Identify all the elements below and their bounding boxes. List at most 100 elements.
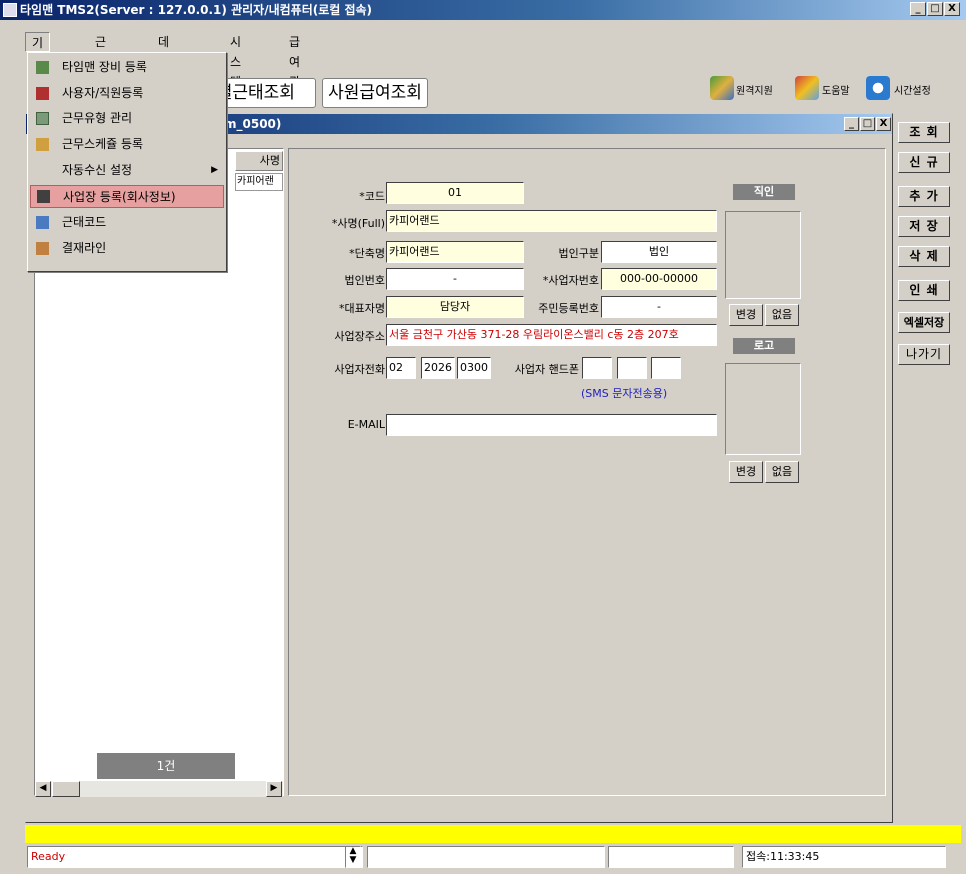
code-field[interactable]: 01 xyxy=(386,182,524,204)
mobile-field-1[interactable] xyxy=(582,357,612,379)
new-button[interactable]: 신 규 xyxy=(898,152,950,173)
message-bar xyxy=(25,825,961,843)
shortname-field[interactable]: 카피어랜드 xyxy=(386,241,524,263)
mobile-field-2[interactable] xyxy=(617,357,647,379)
logo-image xyxy=(725,363,801,455)
menu-item-label: 사업장 등록(회사정보) xyxy=(63,190,176,204)
menu-data[interactable]: 데이터관리 xyxy=(152,32,175,129)
delete-button[interactable]: 삭 제 xyxy=(898,246,950,267)
menu-item-approval-line[interactable]: 결재라인 xyxy=(30,237,224,260)
calendar-icon xyxy=(36,138,49,151)
corptype-label: 법인구분 xyxy=(558,247,599,260)
mobile-field-3[interactable] xyxy=(651,357,681,379)
ceo-field[interactable]: 담당자 xyxy=(386,296,524,318)
code-label: *코드 xyxy=(359,190,385,203)
logo-change-button[interactable]: 변경 xyxy=(729,461,763,483)
status-panel-3 xyxy=(608,846,734,868)
menu-item-label: 자동수신 설정 xyxy=(62,163,133,177)
menu-payroll[interactable]: 급여관리 xyxy=(283,32,306,109)
idno-field[interactable]: - xyxy=(601,296,717,318)
close-button[interactable]: X xyxy=(944,2,960,16)
seal-none-button[interactable]: 없음 xyxy=(765,304,799,326)
list-header-company[interactable]: 사명 xyxy=(235,151,283,171)
window-title-bar: 타임맨 TMS2(Server : 127.0.0.1) 관리자/내컴퓨터(로컬… xyxy=(0,0,966,20)
remote-support-label[interactable]: 원격지원 xyxy=(736,82,773,97)
window-title: 타임맨 TMS2(Server : 127.0.0.1) 관리자/내컴퓨터(로컬… xyxy=(20,3,373,17)
bizno-label: *사업자번호 xyxy=(542,274,599,287)
approval-icon xyxy=(36,242,49,255)
status-time: 접속:11:33:45 xyxy=(742,846,946,868)
add-button[interactable]: 추 가 xyxy=(898,186,950,207)
save-button[interactable]: 저 장 xyxy=(898,216,950,237)
company-form: *코드 01 *사명(Full) 카피어랜드 *단축명 카피어랜드 법인구분 법… xyxy=(288,148,886,796)
bizno-field[interactable]: 000-00-00000 xyxy=(601,268,717,290)
fullname-label: *사명(Full) xyxy=(331,217,385,230)
tree-icon xyxy=(36,216,49,229)
menu-basic-settings[interactable]: 기본설정 xyxy=(25,32,51,110)
menu-item-device-register[interactable]: 타임맨 장비 등록 xyxy=(30,56,224,79)
app-icon xyxy=(3,3,17,17)
print-button[interactable]: 인 쇄 xyxy=(898,280,950,301)
excel-save-button[interactable]: 엑셀저장 xyxy=(898,312,950,333)
menu-system[interactable]: 시스템 xyxy=(224,32,247,89)
menu-item-label: 근무스케쥴 등록 xyxy=(62,137,144,151)
list-item[interactable]: 카피어랜 xyxy=(235,173,283,191)
status-spin-icon[interactable]: ▲ ▼ xyxy=(345,846,361,868)
menu-item-attendance-code[interactable]: 근태코드 xyxy=(30,211,224,234)
grid-icon xyxy=(36,112,49,125)
remote-support-icon[interactable] xyxy=(710,76,734,100)
minimize-button[interactable]: _ xyxy=(910,2,926,16)
email-label: E-MAIL xyxy=(347,418,385,431)
scroll-right-icon[interactable]: ▶ xyxy=(266,781,282,797)
seal-title: 직인 xyxy=(733,184,795,200)
menu-item-work-schedule[interactable]: 근무스케쥴 등록 xyxy=(30,133,224,156)
seal-image xyxy=(725,211,801,299)
corpno-label: 법인번호 xyxy=(344,274,385,287)
help-label[interactable]: 도움말 xyxy=(822,82,850,97)
corptype-field[interactable]: 법인 xyxy=(601,241,717,263)
phone-field-2[interactable]: 2026 xyxy=(421,357,455,379)
menu-item-label: 결재라인 xyxy=(62,241,107,255)
time-setting-label[interactable]: 시간설정 xyxy=(894,82,931,97)
address-field[interactable]: 서울 금천구 가산동 371-28 우림라이온스밸리 c동 2층 207호 xyxy=(386,324,717,346)
menu-item-work-type[interactable]: 근무유형 관리 xyxy=(30,107,224,130)
maximize-button[interactable]: □ xyxy=(927,2,943,16)
search-button[interactable]: 조 회 xyxy=(898,122,950,143)
help-icon[interactable] xyxy=(795,76,819,100)
fullname-field[interactable]: 카피어랜드 xyxy=(386,210,717,232)
menu-item-label: 근태코드 xyxy=(62,215,107,229)
menu-item-auto-receive[interactable]: 자동수신 설정 ▶ xyxy=(30,159,224,182)
child-maximize-button[interactable]: □ xyxy=(860,117,875,131)
scroll-thumb[interactable] xyxy=(52,781,80,797)
menu-item-label: 근무유형 관리 xyxy=(62,111,133,125)
menu-item-label: 사용자/직원등록 xyxy=(62,86,144,100)
child-close-button[interactable]: X xyxy=(876,117,891,131)
phone-field-1[interactable]: 02 xyxy=(386,357,416,379)
clock-icon[interactable] xyxy=(866,76,890,100)
seal-change-button[interactable]: 변경 xyxy=(729,304,763,326)
menu-attendance[interactable]: 근태관리 xyxy=(89,32,112,109)
address-label: 사업장주소 xyxy=(334,330,385,343)
menu-item-company-register[interactable]: 사업장 등록(회사정보) xyxy=(30,185,224,208)
email-field[interactable] xyxy=(386,414,717,436)
status-panel-2 xyxy=(367,846,605,868)
sms-note: (SMS 문자전송용) xyxy=(581,387,668,400)
idno-label: 주민등록번호 xyxy=(538,302,599,315)
ceo-label: *대표자명 xyxy=(339,302,385,315)
phone-field-3[interactable]: 0300 xyxy=(457,357,491,379)
device-icon xyxy=(36,61,49,74)
exit-button[interactable]: 나가기 xyxy=(898,344,950,365)
menu-item-user-register[interactable]: 사용자/직원등록 xyxy=(30,82,224,105)
basic-settings-dropdown: 타임맨 장비 등록 사용자/직원등록 근무유형 관리 근무스케쥴 등록 자동수신… xyxy=(27,52,227,272)
mobile-label: 사업자 핸드폰 xyxy=(514,363,579,376)
corpno-field[interactable]: - xyxy=(386,268,524,290)
employee-salary-button[interactable]: 사원급여조회 xyxy=(322,78,428,108)
child-minimize-button[interactable]: _ xyxy=(844,117,859,131)
logo-none-button[interactable]: 없음 xyxy=(765,461,799,483)
phone-label: 사업자전화 xyxy=(334,363,385,376)
horizontal-scrollbar[interactable]: ◀ ▶ xyxy=(35,781,283,797)
menu-item-label: 타임맨 장비 등록 xyxy=(62,60,147,74)
scroll-left-icon[interactable]: ◀ xyxy=(35,781,51,797)
status-ready: Ready xyxy=(27,846,363,868)
logo-title: 로고 xyxy=(733,338,795,354)
